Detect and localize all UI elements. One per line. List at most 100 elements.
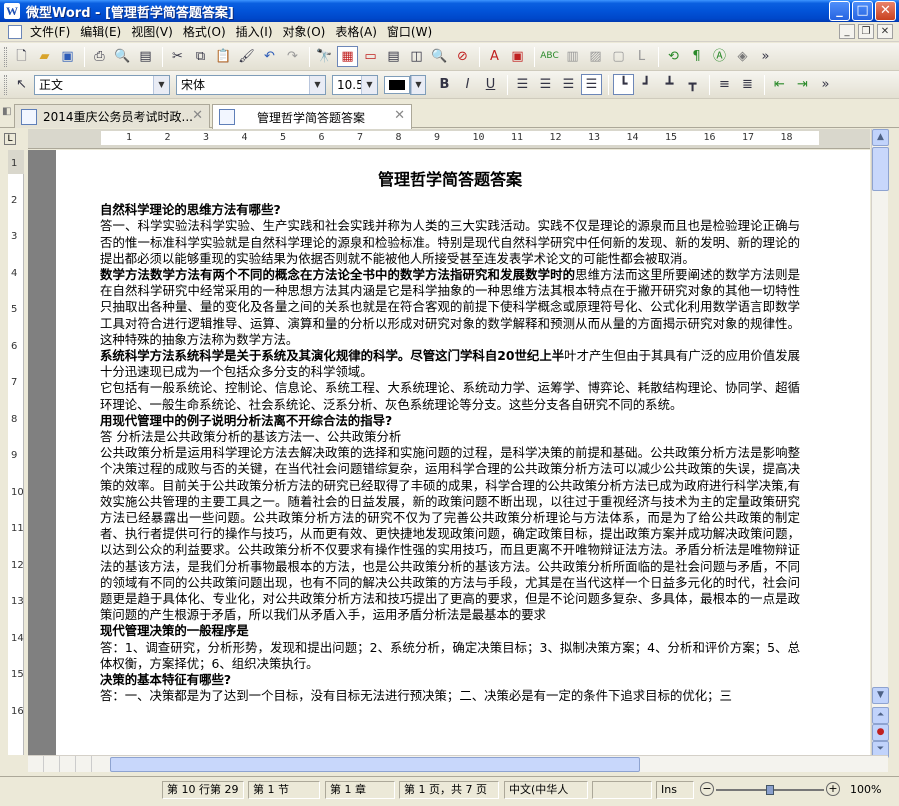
chevron-down-icon[interactable]: ▼ <box>309 75 325 94</box>
page-view-icon[interactable]: ▦ <box>337 46 358 67</box>
new-document-icon[interactable]: 🗋 <box>11 46 32 67</box>
label-icon[interactable]: L <box>631 46 652 67</box>
vertical-ruler[interactable]: 1 2 3 4 5 6 7 8 9 10 11 12 13 14 15 16 <box>8 150 24 755</box>
zoom-knob[interactable] <box>766 785 774 795</box>
decrease-indent-icon[interactable]: ⇤ <box>769 74 790 95</box>
document-paragraph[interactable]: 答 分析法是公共政策分析的基该方法一、公共政策分析 <box>100 429 800 445</box>
undo-icon[interactable]: ↶ <box>259 46 280 67</box>
toolbar-overflow-icon[interactable]: » <box>815 74 836 95</box>
special-char-icon[interactable]: ¶ <box>686 46 707 67</box>
bold-icon[interactable]: B <box>434 74 455 95</box>
size-combo[interactable]: 10.5 ▼ <box>332 74 378 95</box>
close-icon[interactable]: ✕ <box>394 108 405 123</box>
document-paragraph[interactable]: 答一、科学实验法科学实验、生产实践和社会实践并称为人类的三大实践活动。实践不仅是… <box>100 218 800 267</box>
zoom-in-icon[interactable]: + <box>826 782 840 796</box>
horizontal-scroll-thumb[interactable] <box>110 757 640 772</box>
menu-view[interactable]: 视图(V) <box>131 23 173 40</box>
toolbar-overflow-icon[interactable]: » <box>755 46 776 67</box>
minimize-button[interactable]: _ <box>829 1 850 21</box>
document-paragraph[interactable]: 数学方法数学方法有两个不同的概念在方法论全书中的数学方法指研究和发展数学时的思维… <box>100 267 800 348</box>
doc-close-button[interactable]: ✕ <box>877 24 893 39</box>
copy-icon[interactable]: ⧉ <box>190 46 211 67</box>
frame-icon[interactable]: ▢ <box>608 46 629 67</box>
close-button[interactable]: ✕ <box>875 1 896 21</box>
doc-minimize-button[interactable]: _ <box>839 24 855 39</box>
horizontal-scrollbar[interactable] <box>28 755 888 772</box>
menu-edit[interactable]: 编辑(E) <box>80 23 121 40</box>
valign-top-icon[interactable]: ┗ <box>613 74 634 95</box>
normal-view-icon[interactable] <box>28 756 44 772</box>
document-content[interactable]: 管理哲学简答题答案 自然科学理论的思维方法有哪些? 答一、科学实验法科学实验、生产… <box>100 171 800 705</box>
bullet-list-icon[interactable]: ≣ <box>737 74 758 95</box>
doc-restore-button[interactable]: ❐ <box>858 24 874 39</box>
document-paragraph[interactable]: 用现代管理中的例子说明分析法离不开综合法的指导? <box>100 413 800 429</box>
menu-table[interactable]: 表格(A) <box>335 23 377 40</box>
tab-selector-icon[interactable]: ◧ <box>2 106 12 122</box>
document-paragraph[interactable]: 自然科学理论的思维方法有哪些? <box>100 202 800 218</box>
shape-icon[interactable]: ◈ <box>732 46 753 67</box>
text-box-icon[interactable]: A <box>484 46 505 67</box>
status-insert-mode[interactable]: Ins <box>656 781 694 799</box>
insert-object-icon[interactable]: ▣ <box>507 46 528 67</box>
save-icon[interactable]: ▣ <box>57 46 78 67</box>
menu-object[interactable]: 对象(O) <box>283 23 326 40</box>
document-paragraph[interactable]: 它包括有一般系统论、控制论、信息论、系统工程、大系统理论、系统动力学、运筹学、博… <box>100 380 800 412</box>
scroll-down-icon[interactable]: ▼ <box>872 687 889 704</box>
document-paragraph[interactable]: 答：1、调查研究，分析形势，发现和提出问题；2、系统分析，确定决策目标；3、拟制… <box>100 640 800 672</box>
maximize-button[interactable]: □ <box>852 1 873 21</box>
align-center-icon[interactable]: ☰ <box>535 74 556 95</box>
print-preview-icon[interactable]: 🔍 <box>112 46 133 67</box>
browse-object-icon[interactable]: ● <box>872 724 889 741</box>
zoom-out-icon[interactable]: − <box>700 782 714 796</box>
no-zoom-icon[interactable]: ⊘ <box>452 46 473 67</box>
scroll-thumb[interactable] <box>872 147 889 191</box>
document-icon[interactable] <box>8 24 22 39</box>
open-folder-icon[interactable]: ▰ <box>34 46 55 67</box>
font-combo[interactable]: 宋体 ▼ <box>176 74 326 95</box>
cut-icon[interactable]: ✂ <box>167 46 188 67</box>
web-view-icon[interactable]: ▭ <box>360 46 381 67</box>
align-left-icon[interactable]: ☰ <box>512 74 533 95</box>
font-color-dropdown[interactable]: ▼ <box>410 74 426 95</box>
document-paragraph[interactable]: 现代管理决策的一般程序是 <box>100 623 800 639</box>
two-page-view-icon[interactable]: ◫ <box>406 46 427 67</box>
symbol-icon[interactable]: Ⓐ <box>709 46 730 67</box>
valign-bottom-icon[interactable]: ┛ <box>636 74 657 95</box>
page[interactable]: 管理哲学简答题答案 自然科学理论的思维方法有哪些? 答一、科学实验法科学实验、生产… <box>56 150 870 755</box>
close-icon[interactable]: ✕ <box>192 108 203 123</box>
outline-view-icon[interactable]: ▤ <box>383 46 404 67</box>
picture-icon[interactable]: ▨ <box>585 46 606 67</box>
web-layout-icon[interactable] <box>44 756 60 772</box>
font-color-swatch[interactable] <box>384 75 410 94</box>
tab-doc-2[interactable]: 管理哲学简答题答案 ✕ <box>212 104 412 129</box>
redo-icon[interactable]: ↷ <box>282 46 303 67</box>
valign-middle-icon[interactable]: ┻ <box>659 74 680 95</box>
chevron-down-icon[interactable]: ▼ <box>411 75 425 94</box>
find-icon[interactable]: 🔭 <box>314 46 335 67</box>
underline-icon[interactable]: U <box>480 74 501 95</box>
menu-window[interactable]: 窗口(W) <box>387 23 432 40</box>
zoom-slider[interactable]: − + <box>700 781 840 799</box>
page-layout-icon[interactable] <box>60 756 76 772</box>
spellcheck-icon[interactable]: ABC <box>539 46 560 67</box>
prev-page-icon[interactable]: ⏶ <box>872 707 889 724</box>
pdf-icon[interactable]: ▤ <box>135 46 156 67</box>
justify-icon[interactable]: ☰ <box>581 74 602 95</box>
toolbar-grip[interactable] <box>4 46 7 67</box>
menu-format[interactable]: 格式(O) <box>183 23 226 40</box>
zoom-icon[interactable]: 🔍 <box>429 46 450 67</box>
italic-icon[interactable]: I <box>457 74 478 95</box>
chevron-down-icon[interactable]: ▼ <box>153 75 169 94</box>
print-icon[interactable]: ⎙ <box>89 46 110 67</box>
paste-icon[interactable]: 📋 <box>213 46 234 67</box>
increase-indent-icon[interactable]: ⇥ <box>792 74 813 95</box>
pointer-icon[interactable]: ↖ <box>11 74 32 95</box>
numbered-list-icon[interactable]: ≡ <box>714 74 735 95</box>
document-body[interactable]: 自然科学理论的思维方法有哪些? 答一、科学实验法科学实验、生产实践和社会实践并称为… <box>100 202 800 704</box>
document-area[interactable]: 管理哲学简答题答案 自然科学理论的思维方法有哪些? 答一、科学实验法科学实验、生产… <box>28 150 870 755</box>
document-paragraph[interactable]: 答：一、决策都是为了达到一个目标，没有目标无法进行预决策；二、决策必是有一定的条… <box>100 688 800 704</box>
outline-layout-icon[interactable] <box>76 756 92 772</box>
vertical-scrollbar[interactable]: ▲ ▼ ⏶ ● ⏷ <box>871 129 889 758</box>
menu-file[interactable]: 文件(F) <box>30 23 70 40</box>
horizontal-ruler[interactable]: 1 2 3 4 5 6 7 8 9 10 11 12 13 14 15 16 17 18 <box>28 129 870 149</box>
